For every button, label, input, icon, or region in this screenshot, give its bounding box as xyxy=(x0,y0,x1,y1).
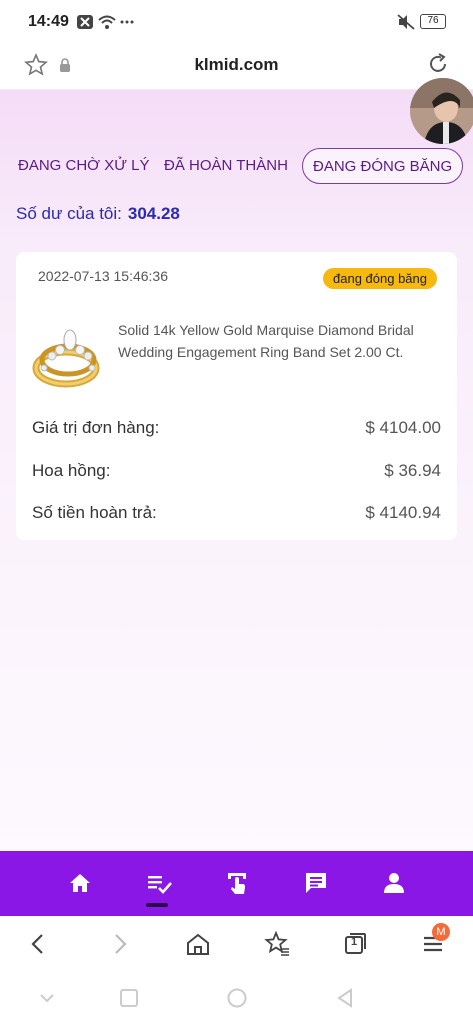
status-badge: đang đóng băng xyxy=(323,268,437,289)
favorites-icon[interactable] xyxy=(264,931,290,957)
tab-pending[interactable]: ĐANG CHỜ XỬ LÝ xyxy=(18,148,150,184)
order-value-label: Giá trị đơn hàng: xyxy=(32,418,160,437)
back-icon[interactable] xyxy=(26,931,52,957)
battery-indicator: 76 xyxy=(420,14,446,29)
tab-completed[interactable]: ĐÃ HOÀN THÀNH xyxy=(164,148,288,184)
orders-icon[interactable] xyxy=(145,869,173,897)
more-dots-icon xyxy=(120,20,134,24)
status-bar: 14:49 76 xyxy=(0,0,473,44)
menu-badge: M xyxy=(432,923,450,941)
order-tabs: ĐANG CHỜ XỬ LÝ ĐÃ HOÀN THÀNH ĐANG ĐÓNG B… xyxy=(0,148,473,188)
floating-avatar[interactable] xyxy=(410,78,473,144)
recents-icon[interactable] xyxy=(118,987,140,1009)
home-circle-icon[interactable] xyxy=(226,987,248,1009)
app-bottom-nav xyxy=(0,851,473,916)
touch-icon[interactable] xyxy=(223,869,251,897)
url-text[interactable]: klmid.com xyxy=(0,55,473,75)
active-nav-indicator xyxy=(146,903,168,907)
balance-label: Số dư của tôi: xyxy=(16,204,122,223)
balance-value: 304.28 xyxy=(127,204,180,223)
page-content: ĐANG CHỜ XỬ LÝ ĐÃ HOÀN THÀNH ĐANG ĐÓNG B… xyxy=(0,90,473,851)
avatar-image xyxy=(410,78,473,144)
wifi-icon xyxy=(98,15,116,29)
refund-amount: $ 4140.94 xyxy=(365,503,441,522)
order-card[interactable]: 2022-07-13 15:46:36 đang đóng băng Solid… xyxy=(16,252,457,540)
forward-icon[interactable] xyxy=(106,931,132,957)
chat-icon[interactable] xyxy=(302,869,330,897)
browser-address-bar: klmid.com xyxy=(0,44,473,90)
browser-home-icon[interactable] xyxy=(185,931,211,957)
product-image xyxy=(32,329,100,388)
tab-frozen[interactable]: ĐANG ĐÓNG BĂNG xyxy=(302,148,464,184)
order-date: 2022-07-13 15:46:36 xyxy=(38,268,168,284)
chevron-down-icon[interactable] xyxy=(36,987,58,1009)
system-nav-bar xyxy=(0,972,473,1024)
home-icon[interactable] xyxy=(66,869,94,897)
notification-x-icon xyxy=(77,15,93,29)
tab-count: 1 xyxy=(350,936,358,948)
commission-label: Hoa hồng: xyxy=(32,461,111,480)
product-title[interactable]: Solid 14k Yellow Gold Marquise Diamond B… xyxy=(118,319,438,363)
commission-amount: $ 36.94 xyxy=(384,461,441,480)
order-value-amount: $ 4104.00 xyxy=(365,418,441,437)
browser-toolbar: 1 xyxy=(0,916,473,972)
balance-line: Số dư của tôi: 304.28 xyxy=(16,204,180,224)
profile-icon[interactable] xyxy=(380,869,408,897)
mute-icon xyxy=(397,14,415,30)
reload-icon[interactable] xyxy=(426,52,450,76)
refund-label: Số tiền hoàn trả: xyxy=(32,503,157,522)
status-time: 14:49 xyxy=(28,13,69,30)
back-triangle-icon[interactable] xyxy=(334,987,356,1009)
